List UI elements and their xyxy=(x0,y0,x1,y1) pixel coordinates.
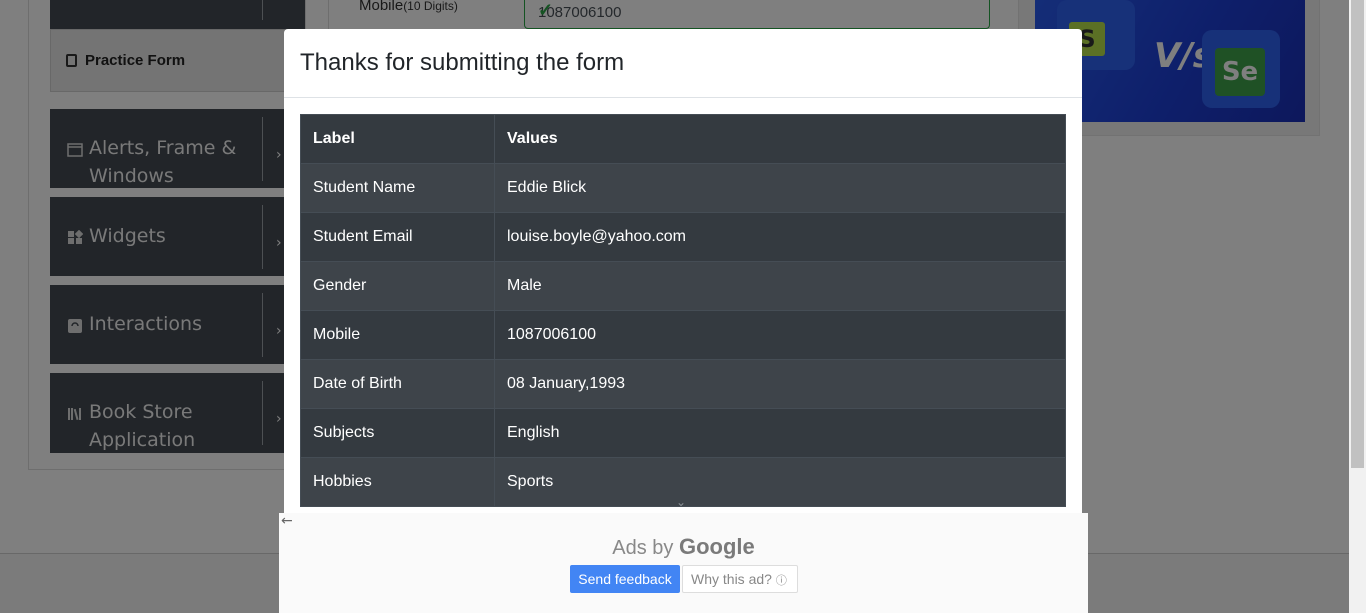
cell-value: louise.boyle@yahoo.com xyxy=(494,212,1066,262)
why-this-ad-button[interactable]: Why this ad? ⓘ xyxy=(682,565,798,593)
cell-label: Mobile xyxy=(300,310,495,360)
info-icon: ⓘ xyxy=(775,575,787,587)
table-row: Student Name Eddie Blick xyxy=(300,163,1066,213)
ads-by-google: Ads by Google xyxy=(612,534,755,559)
table-header-row: Label Values xyxy=(300,114,1066,164)
submission-modal: Thanks for submitting the form Label Val… xyxy=(284,29,1082,529)
ad-strip: ← Ads by Google Send feedback Why this a… xyxy=(279,513,1088,613)
chevron-down-icon: ⌄ xyxy=(676,495,687,509)
cell-label: Hobbies xyxy=(300,457,495,507)
results-table-wrapper: Label Values Student Name Eddie Blick Stud… xyxy=(300,114,1066,507)
cell-label: Student Name xyxy=(300,163,495,213)
table-row: Mobile 1087006100 xyxy=(300,310,1066,360)
scrollbar-thumb[interactable] xyxy=(1351,0,1364,468)
cell-label: Subjects xyxy=(300,408,495,458)
cell-value: Eddie Blick xyxy=(494,163,1066,213)
cell-label: Gender xyxy=(300,261,495,311)
column-header-values: Values xyxy=(494,114,1066,164)
cell-value: Sports xyxy=(494,457,1066,507)
table-row: Student Email louise.boyle@yahoo.com xyxy=(300,212,1066,262)
cell-value: English xyxy=(494,408,1066,458)
table-row: Subjects English xyxy=(300,408,1066,458)
cell-label: Student Email xyxy=(300,212,495,262)
results-table: Label Values Student Name Eddie Blick Stud… xyxy=(300,114,1066,507)
column-header-label: Label xyxy=(300,114,495,164)
page-scrollbar[interactable] xyxy=(1349,0,1366,613)
modal-header: Thanks for submitting the form xyxy=(284,29,1082,98)
cell-value: Male xyxy=(494,261,1066,311)
cell-label: Date of Birth xyxy=(300,359,495,409)
table-row: Date of Birth 08 January,1993 xyxy=(300,359,1066,409)
table-row: Gender Male xyxy=(300,261,1066,311)
cell-value: 1087006100 xyxy=(494,310,1066,360)
back-arrow-icon[interactable]: ← xyxy=(281,513,293,529)
modal-title: Thanks for submitting the form xyxy=(300,49,625,76)
cell-value: 08 January,1993 xyxy=(494,359,1066,409)
send-feedback-button[interactable]: Send feedback xyxy=(570,565,680,593)
